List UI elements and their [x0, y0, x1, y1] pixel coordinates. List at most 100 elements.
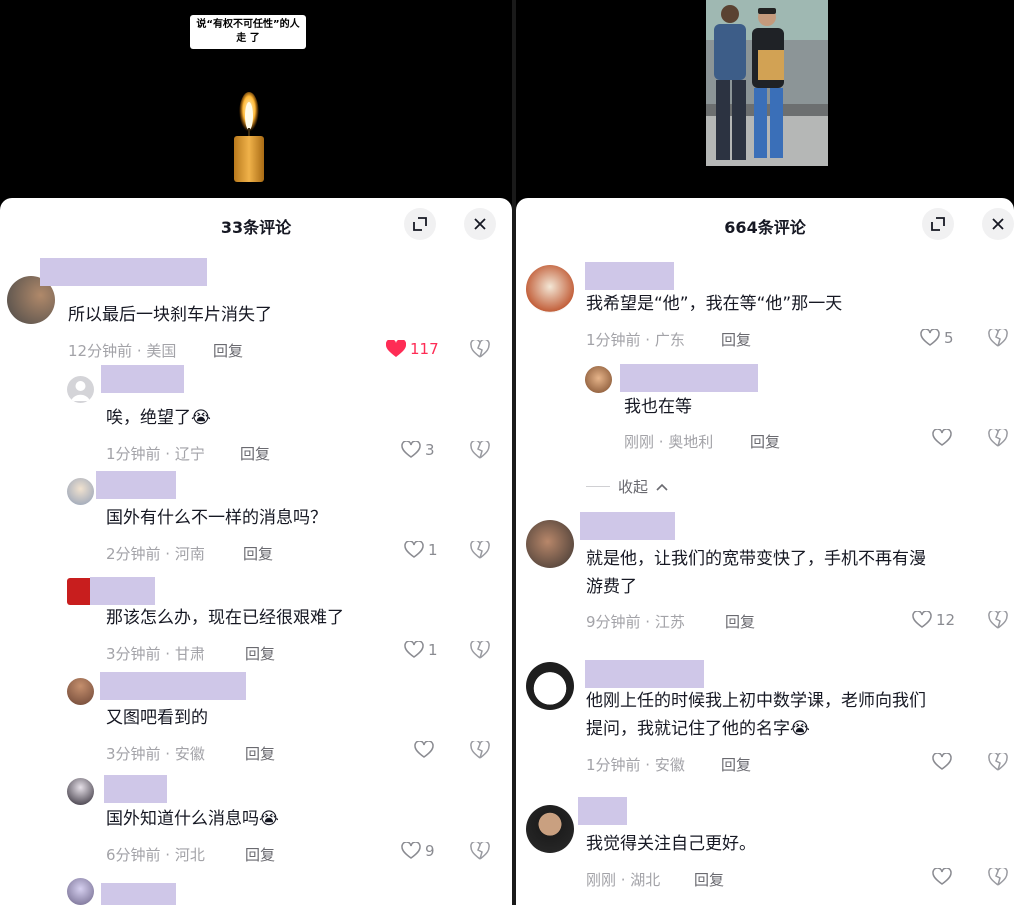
heart-outline-icon — [401, 441, 421, 458]
like-button[interactable]: 1 — [404, 541, 438, 559]
subway-photo — [706, 0, 828, 166]
comment-text: 唉，绝望了😭 — [106, 408, 211, 428]
comment-text-line1: 他刚上任的时候我上初中数学课，老师向我们 — [586, 691, 926, 711]
avatar[interactable] — [67, 376, 94, 403]
expand-icon — [931, 217, 945, 231]
avatar[interactable] — [526, 265, 574, 313]
like-button[interactable]: 3 — [401, 441, 435, 459]
reply-button[interactable]: 回复 — [721, 754, 751, 775]
collapse-line — [586, 486, 610, 487]
dislike-icon[interactable] — [470, 340, 490, 358]
dislike-icon[interactable] — [988, 429, 1008, 447]
like-button[interactable]: 1 — [404, 641, 438, 659]
comment-meta: 9分钟前 · 江苏 — [586, 613, 685, 631]
username-masked[interactable] — [578, 797, 627, 825]
heart-outline-icon — [404, 641, 424, 658]
heart-outline-icon — [932, 868, 952, 885]
dislike-icon[interactable] — [470, 741, 490, 759]
reply-button[interactable]: 回复 — [245, 844, 275, 865]
comment-meta: 1分钟前 · 安徽 — [586, 756, 685, 774]
like-count: 3 — [425, 441, 435, 459]
username-masked[interactable] — [40, 258, 207, 286]
reply-button[interactable]: 回复 — [240, 443, 270, 464]
reply-button[interactable]: 回复 — [213, 340, 243, 361]
reply-button[interactable]: 回复 — [725, 611, 755, 632]
dislike-icon[interactable] — [988, 868, 1008, 886]
like-button[interactable] — [932, 868, 956, 886]
heart-outline-icon — [920, 329, 940, 346]
avatar[interactable] — [67, 778, 94, 805]
like-count: 1 — [428, 641, 438, 659]
username-masked[interactable] — [620, 364, 758, 392]
reply-button[interactable]: 回复 — [750, 431, 780, 452]
avatar[interactable] — [526, 662, 574, 710]
comment-meta: 12分钟前 · 美国 — [68, 342, 177, 360]
comment-meta: 刚刚 · 奥地利 — [624, 433, 714, 451]
avatar[interactable] — [67, 678, 94, 705]
reply-button[interactable]: 回复 — [245, 643, 275, 664]
heart-outline-icon — [404, 541, 424, 558]
like-button[interactable]: 12 — [912, 611, 955, 629]
username-masked[interactable] — [96, 471, 176, 499]
expand-button[interactable] — [404, 208, 436, 240]
comment-text: 我也在等 — [624, 397, 692, 417]
heart-outline-icon — [932, 429, 952, 446]
comment-text: 我希望是“他”，我在等“他”那一天 — [586, 294, 843, 314]
comment-meta: 6分钟前 · 河北 — [106, 846, 205, 864]
dislike-icon[interactable] — [470, 641, 490, 659]
comment-text: 国外有什么不一样的消息吗？ — [106, 508, 327, 528]
heart-filled-icon — [386, 340, 406, 357]
avatar[interactable] — [585, 366, 612, 393]
avatar[interactable] — [526, 520, 574, 568]
like-button[interactable] — [932, 753, 956, 771]
collapse-replies-button[interactable]: 收起 — [586, 476, 668, 497]
comment-meta: 3分钟前 · 安徽 — [106, 745, 205, 763]
comment-text: 所以最后一块刹车片消失了 — [68, 305, 272, 325]
expand-button[interactable] — [922, 208, 954, 240]
comment-meta: 1分钟前 · 辽宁 — [106, 445, 205, 463]
like-count: 5 — [944, 329, 954, 347]
dislike-icon[interactable] — [470, 842, 490, 860]
comment-text-line2: 提问，我就记住了他的名字😭 — [586, 719, 810, 739]
avatar[interactable] — [526, 805, 574, 853]
like-button[interactable] — [932, 429, 956, 447]
close-button[interactable] — [982, 208, 1014, 240]
heart-outline-icon — [932, 753, 952, 770]
username-masked[interactable] — [585, 660, 704, 688]
video-player[interactable]: 说“有权不可任性”的人 走 了 — [0, 0, 512, 200]
like-button[interactable]: 9 — [401, 842, 435, 860]
comment-text: 那该怎么办，现在已经很艰难了 — [106, 608, 344, 628]
dislike-icon[interactable] — [470, 541, 490, 559]
comment-meta: 1分钟前 · 广东 — [586, 331, 685, 349]
like-button[interactable]: 117 — [386, 340, 439, 358]
username-masked[interactable] — [100, 672, 246, 700]
dislike-icon[interactable] — [988, 329, 1008, 347]
reply-button[interactable]: 回复 — [694, 869, 724, 890]
avatar[interactable] — [67, 878, 94, 905]
dislike-icon[interactable] — [470, 441, 490, 459]
avatar[interactable] — [67, 478, 94, 505]
video-caption-line2: 走 了 — [236, 33, 260, 44]
username-masked[interactable] — [585, 262, 674, 290]
video-caption-line1: 说“有权不可任性”的人 — [196, 19, 300, 30]
like-count: 117 — [410, 340, 439, 358]
username-masked[interactable] — [580, 512, 675, 540]
video-player[interactable] — [516, 0, 1014, 200]
reply-button[interactable]: 回复 — [245, 743, 275, 764]
username-masked[interactable] — [104, 775, 167, 803]
collapse-label: 收起 — [618, 478, 649, 496]
like-count: 1 — [428, 541, 438, 559]
username-masked[interactable] — [90, 577, 155, 605]
username-masked[interactable] — [101, 365, 184, 393]
like-button[interactable]: 5 — [920, 329, 954, 347]
reply-button[interactable]: 回复 — [243, 543, 273, 564]
like-button[interactable] — [414, 741, 438, 759]
comment-text-line1: 就是他，让我们的宽带变快了，手机不再有漫 — [586, 549, 926, 569]
close-button[interactable] — [464, 208, 496, 240]
reply-button[interactable]: 回复 — [721, 329, 751, 350]
dislike-icon[interactable] — [988, 611, 1008, 629]
left-screenshot-panel: 说“有权不可任性”的人 走 了 33条评论 所以最后一块刹车片消失了 12分钟前… — [0, 0, 512, 905]
username-masked[interactable] — [101, 883, 176, 905]
dislike-icon[interactable] — [988, 753, 1008, 771]
heart-outline-icon — [414, 741, 434, 758]
